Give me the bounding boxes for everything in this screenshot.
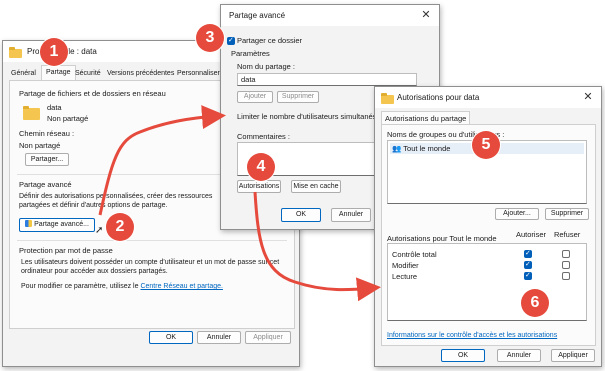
perm-row-name: Lecture bbox=[392, 272, 418, 281]
remove-button[interactable]: Supprimer bbox=[277, 91, 319, 103]
permissions-titlebar: Autorisations pour data ✕ bbox=[375, 87, 601, 108]
users-icon: 👥 bbox=[392, 144, 402, 153]
perm-row-name: Modifier bbox=[392, 261, 419, 270]
perm-remove-button[interactable]: Supprimer bbox=[545, 208, 589, 220]
advanced-cancel-button[interactable]: Annuler bbox=[331, 208, 371, 222]
advanced-share-label: Partage avancé... bbox=[34, 221, 89, 228]
perm-add-button[interactable]: Ajouter... bbox=[495, 208, 539, 220]
step-badge-2: 2 bbox=[106, 213, 134, 241]
step-badge-5: 5 bbox=[472, 131, 500, 159]
step-badge-1: 1 bbox=[40, 38, 68, 66]
tab-general[interactable]: Général bbox=[11, 67, 36, 80]
advanced-title: Partage avancé bbox=[229, 11, 286, 20]
advanced-titlebar: Partage avancé ✕ bbox=[221, 5, 439, 26]
step-badge-6: 6 bbox=[521, 289, 549, 317]
divider-2 bbox=[17, 240, 287, 241]
network-path-label: Chemin réseau : bbox=[19, 129, 75, 138]
deny-header: Refuser bbox=[554, 230, 581, 239]
limit-label: Limiter le nombre d'utilisateurs simulta… bbox=[237, 112, 387, 121]
password-group-title: Protection par mot de passe bbox=[19, 246, 113, 255]
share-name-field[interactable]: data bbox=[237, 73, 417, 86]
permissions-window: Autorisations pour data ✕ Autorisations … bbox=[374, 86, 602, 367]
tab-previous-versions[interactable]: Versions précédentes bbox=[107, 67, 174, 80]
folder-icon bbox=[9, 47, 22, 58]
allow-checkbox[interactable] bbox=[524, 271, 532, 280]
add-button[interactable]: Ajouter bbox=[237, 91, 273, 103]
permissions-button[interactable]: Autorisations bbox=[237, 180, 281, 193]
share-button[interactable]: Partager... bbox=[25, 153, 69, 166]
network-path-value: Non partagé bbox=[19, 141, 61, 150]
perms-for-label: Autorisations pour Tout le monde bbox=[387, 234, 497, 243]
perm-ok-button[interactable]: OK bbox=[441, 349, 485, 362]
tab-customize[interactable]: Personnaliser bbox=[177, 67, 220, 80]
step-badge-3: 3 bbox=[196, 24, 224, 52]
close-icon[interactable]: ✕ bbox=[581, 90, 595, 104]
allow-header: Autoriser bbox=[516, 230, 547, 239]
password-change-text: Pour modifier ce paramètre, utilisez le bbox=[21, 283, 139, 290]
allow-checkbox[interactable] bbox=[524, 260, 532, 269]
share-folder-label: Partager ce dossier bbox=[237, 36, 303, 45]
apply-button[interactable]: Appliquer bbox=[245, 331, 291, 344]
perm-apply-button[interactable]: Appliquer bbox=[551, 349, 595, 362]
password-change-line: Pour modifier ce paramètre, utilisez le … bbox=[21, 283, 223, 290]
step-badge-4: 4 bbox=[247, 153, 275, 181]
ok-button[interactable]: OK bbox=[149, 331, 193, 344]
allow-checkbox[interactable] bbox=[524, 249, 532, 258]
perm-cancel-button[interactable]: Annuler bbox=[497, 349, 541, 362]
permissions-title: Autorisations pour data bbox=[397, 93, 480, 102]
network-center-link[interactable]: Centre Réseau et partage. bbox=[140, 283, 223, 290]
shield-icon bbox=[25, 220, 33, 227]
comments-label: Commentaires : bbox=[237, 132, 290, 141]
close-icon[interactable]: ✕ bbox=[419, 8, 433, 22]
folder-status: Non partagé bbox=[47, 114, 89, 123]
deny-checkbox[interactable] bbox=[562, 272, 570, 280]
password-description: Les utilisateurs doivent posséder un com… bbox=[21, 259, 280, 275]
params-label: Paramètres bbox=[231, 49, 270, 58]
cache-button[interactable]: Mise en cache bbox=[291, 180, 341, 193]
folder-name: data bbox=[47, 103, 62, 112]
access-control-link[interactable]: Informations sur le contrôle d'accès et … bbox=[387, 332, 557, 339]
shared-folder-icon bbox=[23, 106, 40, 120]
tab-sharing[interactable]: Partage bbox=[41, 65, 76, 81]
perm-row-name: Contrôle total bbox=[392, 250, 437, 259]
share-folder-checkbox[interactable] bbox=[227, 36, 235, 45]
tab-sharing-label: Partage bbox=[46, 69, 71, 76]
deny-checkbox[interactable] bbox=[562, 250, 570, 258]
everyone-label: Tout le monde bbox=[403, 144, 451, 153]
cancel-button[interactable]: Annuler bbox=[197, 331, 241, 344]
mouse-cursor-icon: ➚ bbox=[95, 225, 104, 236]
advanced-description: Définir des autorisations personnalisées… bbox=[19, 193, 213, 209]
advanced-group-title: Partage avancé bbox=[19, 180, 72, 189]
tab-share-permissions-label: Autorisations du partage bbox=[385, 114, 467, 123]
network-group-title: Partage de fichiers et de dossiers en ré… bbox=[19, 89, 166, 98]
share-name-label: Nom du partage : bbox=[237, 62, 295, 71]
folder-icon bbox=[381, 93, 394, 104]
tab-share-permissions[interactable]: Autorisations du partage bbox=[381, 111, 471, 125]
advanced-ok-button[interactable]: OK bbox=[281, 208, 321, 222]
advanced-share-button[interactable]: Partage avancé... bbox=[19, 218, 95, 232]
tab-security[interactable]: Sécurité bbox=[75, 67, 101, 80]
deny-checkbox[interactable] bbox=[562, 261, 570, 269]
